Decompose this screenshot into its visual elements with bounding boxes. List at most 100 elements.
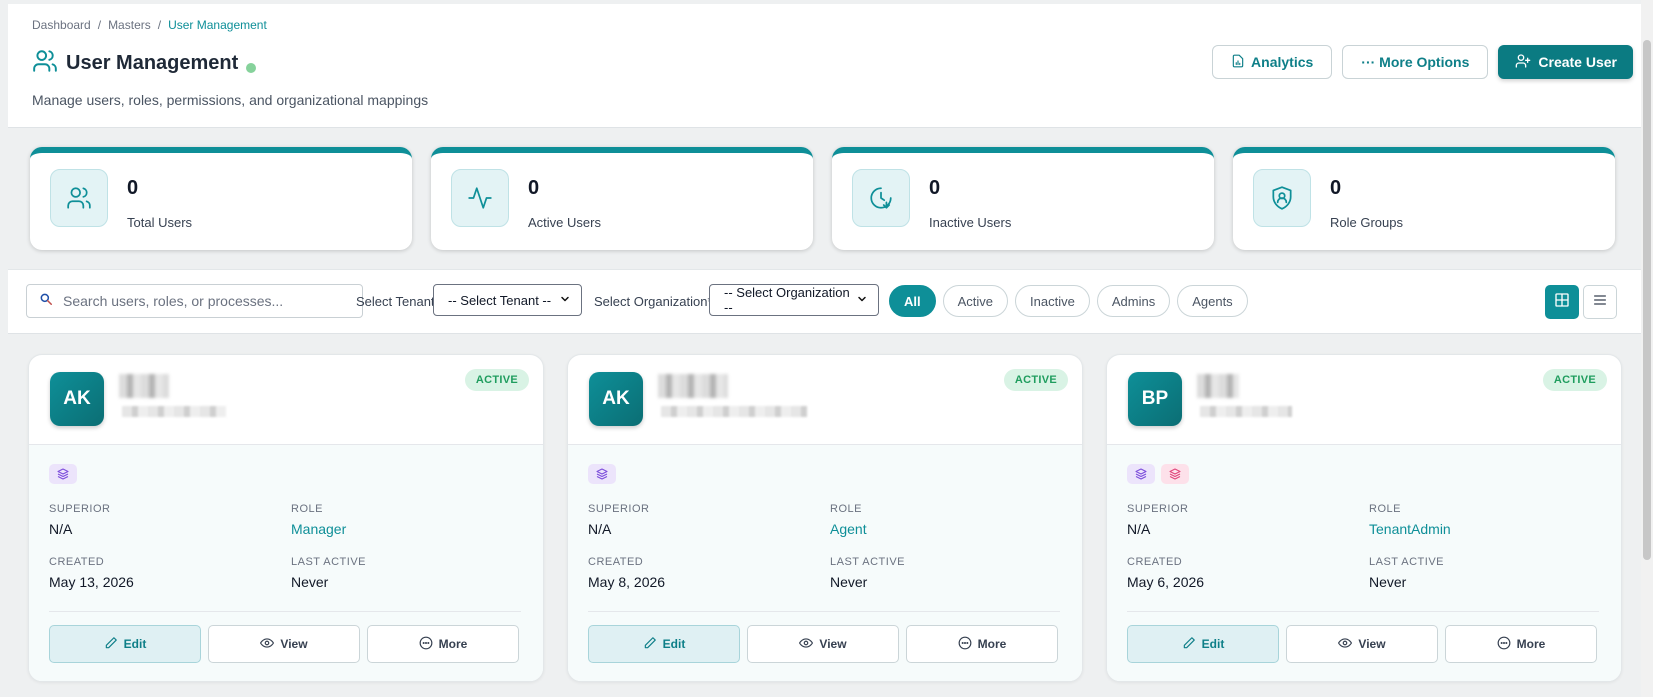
organization-select[interactable]: -- Select Organization -- <box>709 284 879 316</box>
stat-value: 0 <box>528 177 540 199</box>
edit-label: Edit <box>123 637 147 651</box>
role-value: Agent <box>830 521 867 537</box>
live-status-dot <box>246 62 257 73</box>
stat-card-active-users: 0 Active Users <box>431 147 813 250</box>
page-title: User Management <box>66 52 239 74</box>
tag-list <box>49 464 77 484</box>
layers-tag-icon <box>49 464 77 484</box>
more-options-button[interactable]: ··· More Options <box>1342 45 1489 79</box>
breadcrumb-separator: / <box>97 18 102 32</box>
view-button[interactable]: View <box>208 625 360 663</box>
breadcrumb-separator: / <box>157 18 162 32</box>
created-label: CREATED <box>49 556 105 568</box>
stat-card-role-groups: 0 Role Groups <box>1233 147 1615 250</box>
users-icon <box>50 169 108 227</box>
last-active-label: LAST ACTIVE <box>291 556 366 568</box>
more-options-label: ··· More Options <box>1361 54 1470 70</box>
tenant-label: Select Tenant <box>356 294 435 309</box>
list-view-button[interactable] <box>1583 285 1617 319</box>
page-header: Dashboard / Masters / User Management Us… <box>8 4 1641 128</box>
superior-value: N/A <box>49 521 73 537</box>
search-box[interactable] <box>26 284 363 318</box>
edit-button[interactable]: Edit <box>1127 625 1279 663</box>
edit-label: Edit <box>662 637 686 651</box>
tenant-select[interactable]: -- Select Tenant -- <box>433 284 582 316</box>
edit-label: Edit <box>1201 637 1225 651</box>
role-value: Manager <box>291 521 347 537</box>
view-button[interactable]: View <box>1286 625 1438 663</box>
eye-icon <box>260 636 275 653</box>
layers-tag-icon <box>588 464 616 484</box>
breadcrumb-dashboard[interactable]: Dashboard <box>32 18 91 32</box>
filter-bar: Select Tenant -- Select Tenant -- Select… <box>8 269 1641 334</box>
scrollbar-thumb[interactable] <box>1643 40 1651 560</box>
role-label: ROLE <box>291 503 323 515</box>
more-button[interactable]: More <box>906 625 1058 663</box>
user-plus-icon <box>1514 53 1532 72</box>
more-button[interactable]: More <box>367 625 519 663</box>
stat-value: 0 <box>929 177 941 199</box>
breadcrumb-masters[interactable]: Masters <box>108 18 151 32</box>
user-card[interactable]: AK ACTIVE SUPERIOR N/A ROLE Agent CREATE… <box>567 354 1083 682</box>
grid-view-button[interactable] <box>1545 285 1579 319</box>
view-toggle <box>1545 285 1617 319</box>
user-card-header: BP ACTIVE <box>1107 355 1621 445</box>
last-active-value: Never <box>291 574 329 590</box>
page-subtitle: Manage users, roles, permissions, and or… <box>32 92 429 108</box>
shield-user-icon <box>1253 169 1311 227</box>
stat-value: 0 <box>1330 177 1342 199</box>
tag-list <box>1127 464 1189 484</box>
chip-inactive[interactable]: Inactive <box>1015 285 1090 317</box>
redacted-user-email <box>122 406 226 417</box>
created-value: May 8, 2026 <box>588 574 666 590</box>
chip-all[interactable]: All <box>889 285 936 317</box>
more-button[interactable]: More <box>1445 625 1597 663</box>
status-badge: ACTIVE <box>1003 369 1068 391</box>
last-active-value: Never <box>830 574 868 590</box>
created-value: May 13, 2026 <box>49 574 134 590</box>
user-card[interactable]: AK ACTIVE SUPERIOR N/A ROLE Manager CREA… <box>28 354 544 682</box>
chip-admins[interactable]: Admins <box>1096 285 1171 317</box>
analytics-button[interactable]: Analytics <box>1212 45 1333 79</box>
avatar: BP <box>1128 372 1182 426</box>
more-label: More <box>977 637 1007 651</box>
chart-file-icon <box>1231 53 1245 72</box>
search-icon <box>39 292 53 311</box>
role-label: ROLE <box>1369 503 1401 515</box>
pencil-icon <box>104 636 118 653</box>
superior-value: N/A <box>588 521 612 537</box>
role-value: TenantAdmin <box>1369 521 1451 537</box>
avatar: AK <box>50 372 104 426</box>
breadcrumb-current: User Management <box>168 18 267 32</box>
stats-row: 0 Total Users 0 Active Users 0 Inactive … <box>30 147 1615 250</box>
last-active-label: LAST ACTIVE <box>1369 556 1444 568</box>
edit-button[interactable]: Edit <box>588 625 740 663</box>
chip-agents[interactable]: Agents <box>1177 285 1248 317</box>
page-scrollbar[interactable] <box>1641 0 1653 697</box>
last-active-label: LAST ACTIVE <box>830 556 905 568</box>
search-input[interactable] <box>63 293 343 309</box>
activity-icon <box>451 169 509 227</box>
view-button[interactable]: View <box>747 625 899 663</box>
header-actions: Analytics ··· More Options Create User <box>1212 45 1633 79</box>
eye-icon <box>1338 636 1353 653</box>
grid-icon <box>1554 292 1570 313</box>
redacted-user-name <box>119 374 169 398</box>
chip-active[interactable]: Active <box>942 285 1009 317</box>
redacted-user-name <box>1197 374 1239 398</box>
user-card[interactable]: BP ACTIVE SUPERIOR N/A ROLE TenantAdmin … <box>1106 354 1622 682</box>
tag-list <box>588 464 616 484</box>
create-user-button[interactable]: Create User <box>1498 45 1633 79</box>
divider <box>1127 611 1599 612</box>
stat-label: Active Users <box>528 215 601 230</box>
edit-button[interactable]: Edit <box>49 625 201 663</box>
breadcrumb: Dashboard / Masters / User Management <box>32 18 267 32</box>
stat-value: 0 <box>127 177 139 199</box>
superior-label: SUPERIOR <box>1127 503 1189 515</box>
status-filter-chips: All Active Inactive Admins Agents <box>889 285 1248 317</box>
view-label: View <box>280 637 308 651</box>
stat-label: Total Users <box>127 215 193 230</box>
status-badge: ACTIVE <box>464 369 529 391</box>
view-label: View <box>819 637 847 651</box>
users-icon <box>32 48 58 79</box>
